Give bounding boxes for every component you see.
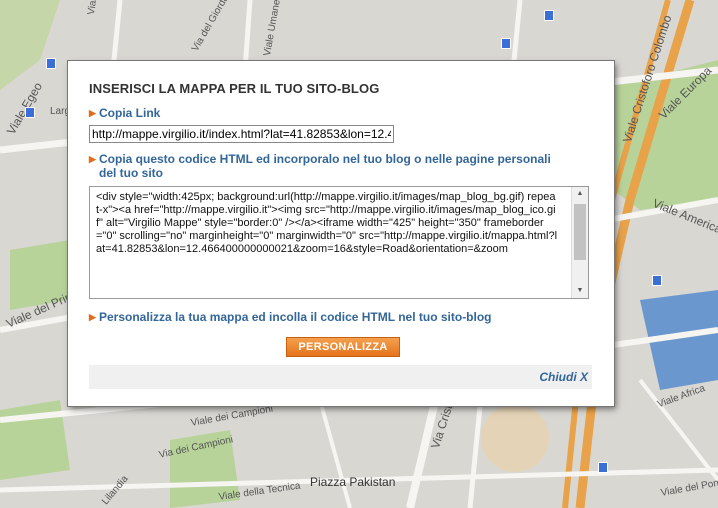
copy-link-section: ▶ Copia Link	[89, 106, 160, 120]
transit-stop-icon[interactable]	[46, 58, 56, 69]
dialog-footer: Chiudi X	[89, 365, 592, 389]
transit-stop-icon[interactable]	[501, 38, 511, 49]
copy-code-label: Copia questo codice HTML ed incorporalo …	[99, 152, 551, 180]
link-url-input[interactable]	[89, 125, 394, 143]
customize-label: Personalizza la tua mappa ed incolla il …	[99, 310, 492, 324]
transit-stop-icon[interactable]	[544, 10, 554, 21]
bullet-arrow-icon: ▶	[89, 312, 96, 322]
transit-stop-icon[interactable]	[25, 107, 35, 118]
embed-code-textarea[interactable]: <div style="width:425px; background:url(…	[89, 186, 589, 299]
transit-stop-icon[interactable]	[598, 462, 608, 473]
transit-stop-icon[interactable]	[652, 275, 662, 286]
scroll-down-icon[interactable]: ▼	[572, 284, 588, 298]
embed-code-text[interactable]: <div style="width:425px; background:url(…	[90, 187, 564, 298]
bullet-arrow-icon: ▶	[89, 154, 96, 164]
copy-code-section: ▶ Copia questo codice HTML ed incorporalo…	[89, 152, 569, 180]
street-label: Piazza Pakistan	[310, 475, 396, 489]
copy-link-label: Copia Link	[99, 106, 161, 120]
scrollbar-thumb[interactable]	[574, 204, 586, 260]
dialog-title: INSERISCI LA MAPPA PER IL TUO SITO-BLOG	[89, 81, 380, 96]
customize-button[interactable]: PERSONALIZZA	[286, 337, 400, 357]
close-button[interactable]: Chiudi X	[539, 370, 588, 384]
code-scrollbar[interactable]: ▲ ▼	[571, 187, 588, 298]
bullet-arrow-icon: ▶	[89, 108, 96, 118]
embed-map-dialog: INSERISCI LA MAPPA PER IL TUO SITO-BLOG …	[68, 61, 614, 406]
customize-section: ▶ Personalizza la tua mappa ed incolla il…	[89, 310, 492, 324]
scroll-up-icon[interactable]: ▲	[572, 187, 588, 201]
